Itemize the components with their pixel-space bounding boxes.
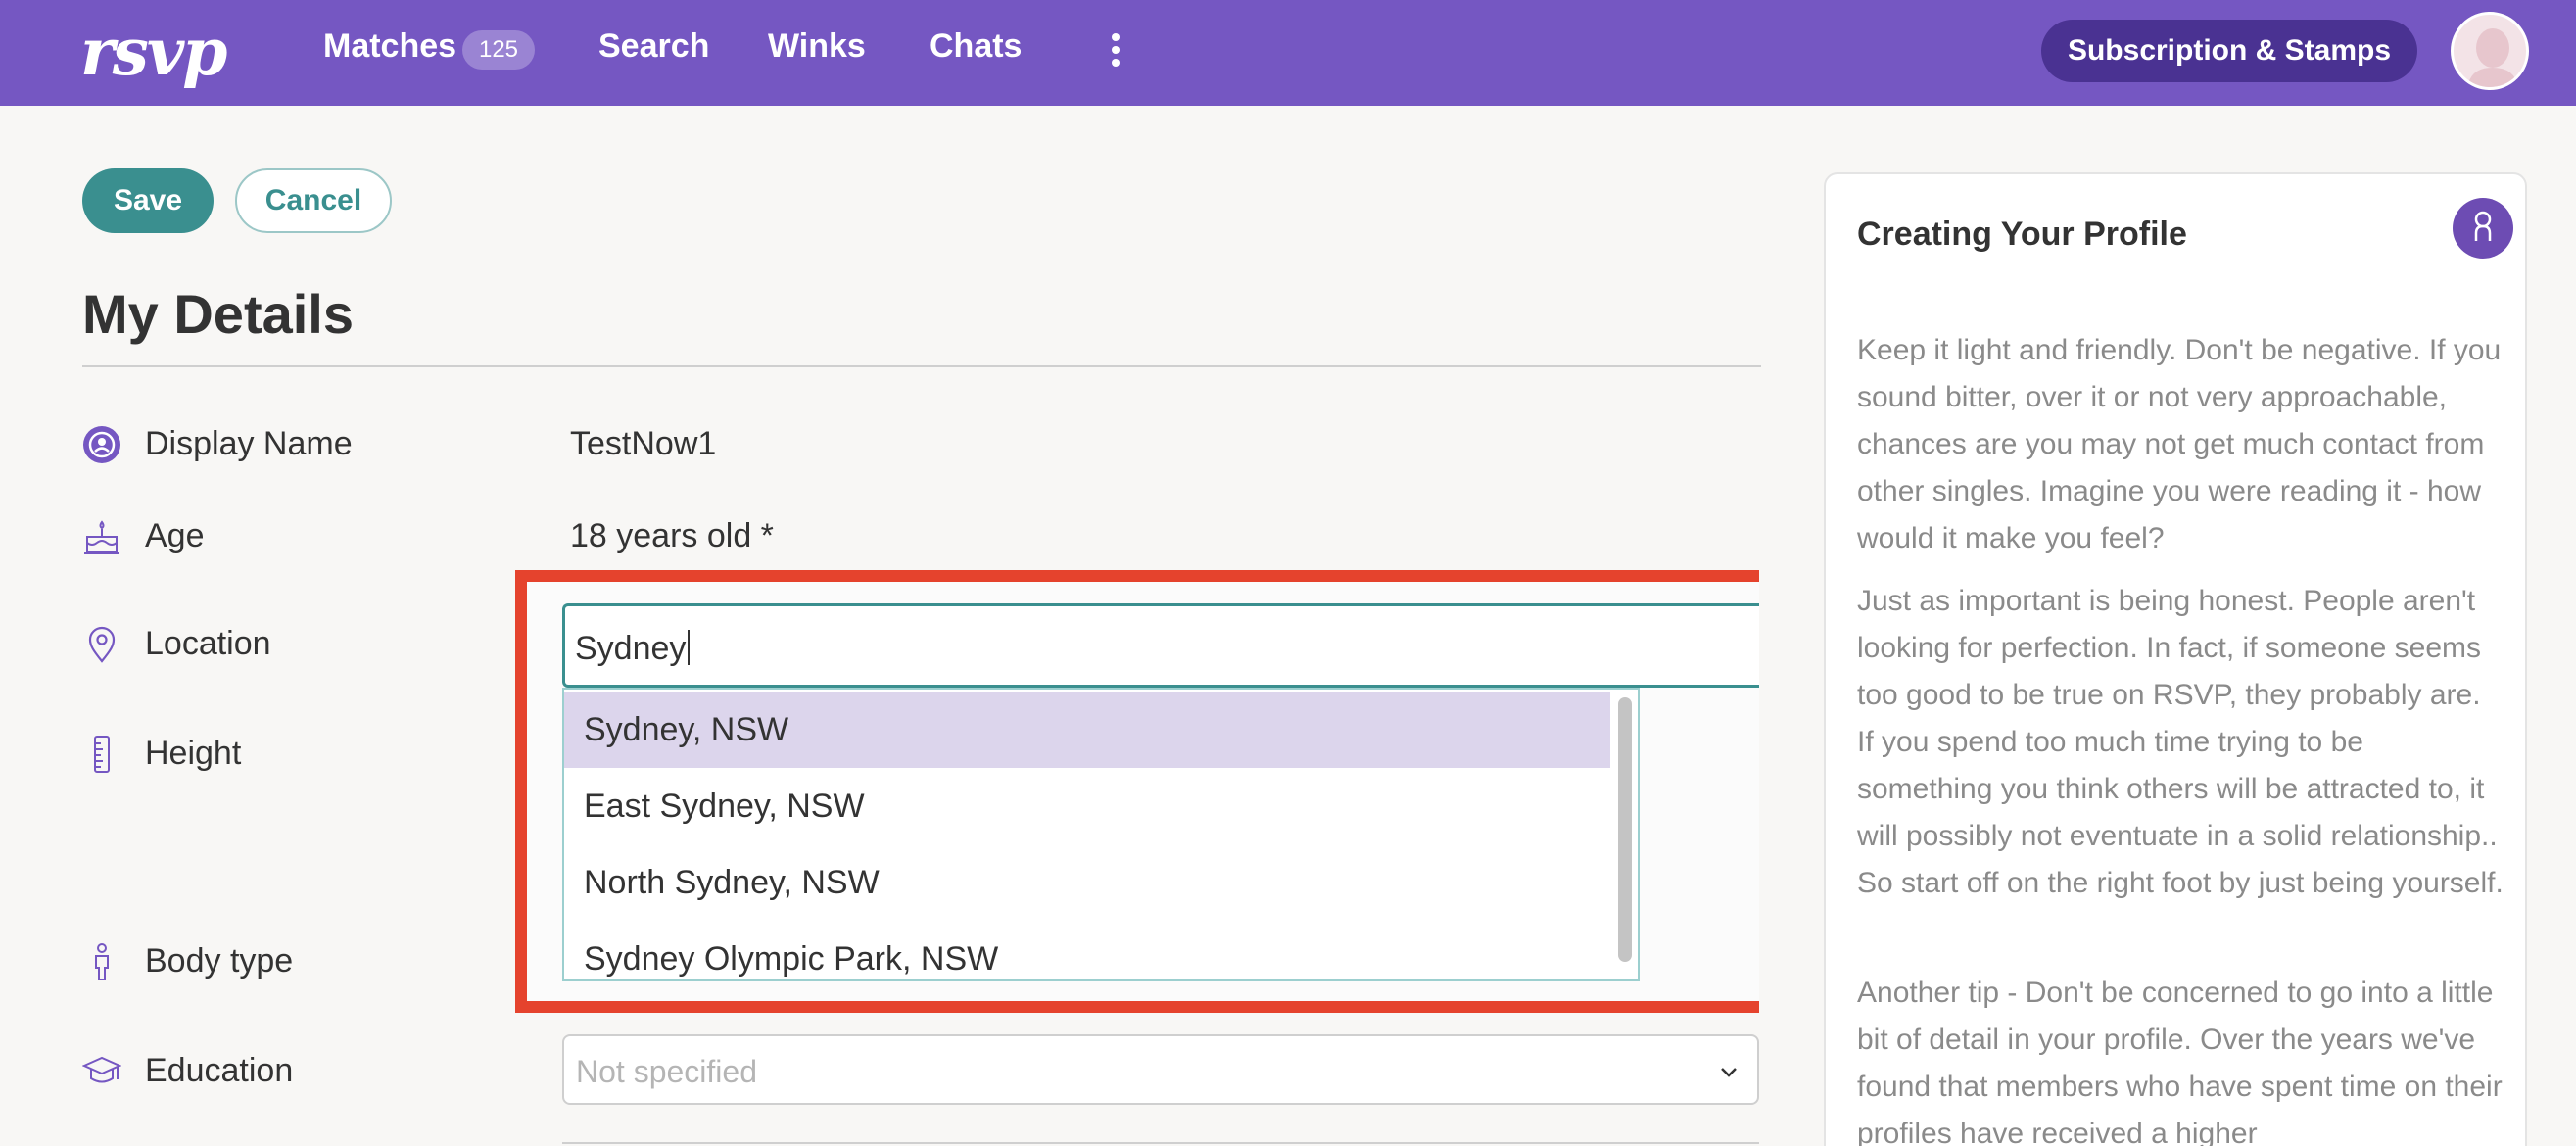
- height-label: Height: [145, 735, 242, 772]
- body-type-label: Body type: [145, 942, 294, 979]
- location-label: Location: [145, 625, 271, 662]
- profile-tips-panel: Creating Your Profile Keep it light and …: [1824, 172, 2527, 1146]
- title-divider: [82, 365, 1761, 367]
- subscription-stamps-button[interactable]: Subscription & Stamps: [2041, 20, 2417, 82]
- nav-chats[interactable]: Chats: [930, 27, 1022, 66]
- profile-person-icon: [2453, 198, 2513, 259]
- age-label: Age: [145, 517, 205, 554]
- nav-search[interactable]: Search: [598, 27, 709, 66]
- panel-paragraph: Keep it light and friendly. Don't be neg…: [1857, 334, 2502, 554]
- education-placeholder: Not specified: [576, 1054, 757, 1089]
- panel-paragraph: Just as important is being honest. Peopl…: [1857, 585, 2504, 899]
- matches-count-badge: 125: [462, 30, 535, 70]
- location-pin-icon: [82, 625, 121, 664]
- birthday-cake-icon: [82, 517, 121, 556]
- chevron-down-icon: [1721, 1068, 1737, 1077]
- display-name-icon: [82, 425, 121, 464]
- body-type-icon: [82, 942, 121, 981]
- cancel-button[interactable]: Cancel: [235, 168, 392, 233]
- display-name-value: TestNow1: [570, 425, 717, 462]
- next-field-border: [562, 1142, 1759, 1144]
- page-title: My Details: [82, 283, 354, 345]
- user-avatar[interactable]: [2451, 12, 2529, 90]
- panel-paragraph: Another tip - Don't be concerned to go i…: [1857, 977, 2503, 1146]
- save-button[interactable]: Save: [82, 168, 214, 233]
- nav-winks[interactable]: Winks: [768, 27, 866, 66]
- top-nav: rsvp Matches 125 Search Winks Chats Subs…: [0, 0, 2576, 106]
- age-value: 18 years old *: [570, 517, 774, 554]
- panel-title: Creating Your Profile: [1857, 215, 2187, 253]
- education-select[interactable]: Not specified: [562, 1034, 1759, 1105]
- display-name-label: Display Name: [145, 425, 353, 462]
- nav-matches[interactable]: Matches: [323, 27, 456, 66]
- ruler-icon: [82, 735, 121, 774]
- more-menu-icon[interactable]: [1109, 33, 1122, 69]
- education-label: Education: [145, 1052, 294, 1089]
- graduation-cap-icon: [81, 1052, 122, 1091]
- location-highlight-box: [515, 570, 1759, 1013]
- rsvp-logo[interactable]: rsvp: [80, 14, 227, 90]
